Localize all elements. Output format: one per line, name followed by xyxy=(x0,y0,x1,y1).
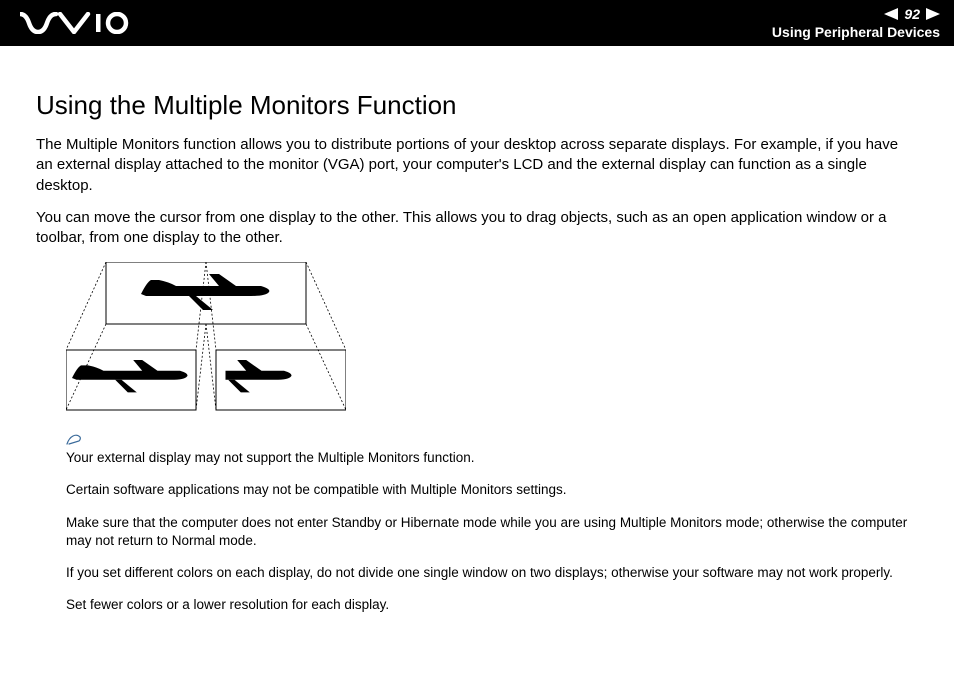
notes-section: Your external display may not support th… xyxy=(66,433,918,614)
multi-monitor-diagram xyxy=(66,262,346,417)
page-title: Using the Multiple Monitors Function xyxy=(36,90,918,121)
note: Set fewer colors or a lower resolution f… xyxy=(66,596,918,614)
vaio-logo xyxy=(20,12,130,34)
next-page-arrow-icon[interactable] xyxy=(926,8,940,20)
note: Make sure that the computer does not ent… xyxy=(66,514,918,550)
paragraph: The Multiple Monitors function allows yo… xyxy=(36,135,918,196)
note-icon xyxy=(66,433,918,449)
paragraph: You can move the cursor from one display… xyxy=(36,208,918,249)
page-header: 92 Using Peripheral Devices xyxy=(0,0,954,46)
page-content: Using the Multiple Monitors Function The… xyxy=(0,46,954,615)
page-navigation: 92 xyxy=(884,6,940,22)
section-title: Using Peripheral Devices xyxy=(772,24,940,40)
note: Certain software applications may not be… xyxy=(66,481,918,499)
header-nav: 92 Using Peripheral Devices xyxy=(772,6,940,40)
prev-page-arrow-icon[interactable] xyxy=(884,8,898,20)
page-number: 92 xyxy=(904,6,920,22)
note: If you set different colors on each disp… xyxy=(66,564,918,582)
note: Your external display may not support th… xyxy=(66,449,918,467)
